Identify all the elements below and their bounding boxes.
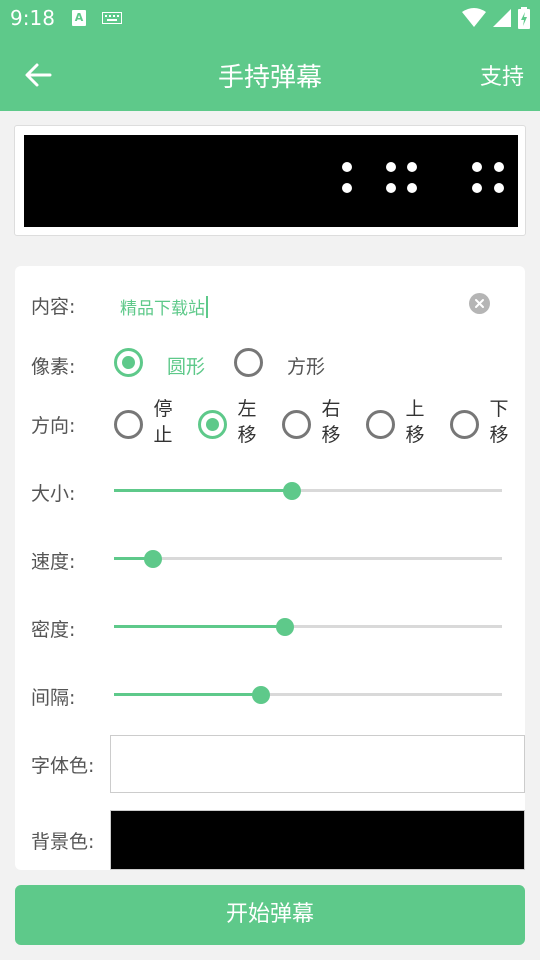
pixel-option-square[interactable]: 方形 bbox=[287, 352, 325, 379]
density-label: 密度: bbox=[31, 619, 76, 641]
slider-thumb[interactable] bbox=[283, 482, 302, 500]
slider-thumb[interactable] bbox=[143, 550, 162, 568]
direction-option-stop[interactable]: 停止 bbox=[151, 396, 175, 448]
preview-dot bbox=[386, 183, 396, 193]
density-slider[interactable] bbox=[114, 616, 502, 638]
font-color-picker[interactable] bbox=[110, 735, 525, 793]
direction-radio-up[interactable] bbox=[366, 410, 395, 439]
preview-dot bbox=[472, 162, 482, 172]
preview-dot bbox=[472, 183, 482, 193]
direction-option-up[interactable]: 上移 bbox=[403, 396, 427, 448]
interval-slider[interactable] bbox=[114, 684, 502, 706]
direction-option-down[interactable]: 下移 bbox=[487, 396, 511, 448]
direction-label: 方向: bbox=[31, 415, 76, 437]
speed-slider[interactable] bbox=[114, 548, 502, 570]
content-value: 精品下载站 bbox=[120, 299, 205, 319]
bg-color-picker[interactable] bbox=[110, 810, 525, 870]
preview-dot bbox=[342, 162, 352, 172]
font-color-label: 字体色: bbox=[31, 755, 95, 777]
direction-option-text: 上 bbox=[405, 398, 425, 420]
slider-fill bbox=[114, 693, 262, 696]
speed-label: 速度: bbox=[31, 551, 76, 573]
direction-option-text: 止 bbox=[153, 424, 173, 446]
preview-dot bbox=[494, 183, 504, 193]
direction-radio-right[interactable] bbox=[282, 410, 311, 439]
preview-dot bbox=[407, 162, 417, 172]
a-badge-icon: A bbox=[72, 10, 86, 26]
wifi-icon bbox=[462, 8, 486, 27]
direction-radio-down[interactable] bbox=[450, 410, 479, 439]
direction-option-text: 右 bbox=[321, 398, 341, 420]
size-label: 大小: bbox=[31, 483, 76, 505]
preview-dot bbox=[342, 183, 352, 193]
danmaku-preview bbox=[24, 135, 518, 227]
direction-option-text: 停 bbox=[153, 398, 173, 420]
slider-track bbox=[114, 557, 502, 560]
pixel-radio-circle[interactable] bbox=[114, 348, 143, 377]
direction-radio-left[interactable] bbox=[198, 410, 227, 439]
content-label: 内容: bbox=[31, 296, 76, 318]
preview-dot bbox=[386, 162, 396, 172]
interval-label: 间隔: bbox=[31, 687, 76, 709]
support-button[interactable]: 支持 bbox=[480, 59, 524, 91]
direction-option-left[interactable]: 左移 bbox=[235, 396, 259, 448]
preview-dot bbox=[407, 183, 417, 193]
slider-fill bbox=[114, 489, 293, 492]
status-bar: 9:18 A bbox=[0, 0, 540, 37]
signal-icon bbox=[493, 9, 511, 27]
direction-option-text: 下 bbox=[489, 398, 509, 420]
preview-dot bbox=[494, 162, 504, 172]
slider-thumb[interactable] bbox=[275, 618, 294, 636]
direction-option-text: 移 bbox=[489, 424, 509, 446]
pixel-option-circle[interactable]: 圆形 bbox=[167, 352, 205, 379]
bg-color-label: 背景色: bbox=[31, 831, 95, 853]
pixel-label: 像素: bbox=[31, 356, 76, 378]
pixel-radio-square[interactable] bbox=[234, 348, 263, 377]
text-caret bbox=[206, 296, 208, 318]
direction-option-text: 移 bbox=[321, 424, 341, 446]
page-title: 手持弹幕 bbox=[217, 63, 322, 93]
keyboard-icon bbox=[102, 12, 122, 24]
content-input[interactable]: 精品下载站 bbox=[120, 294, 208, 319]
direction-option-text: 移 bbox=[237, 424, 257, 446]
preview-card bbox=[14, 125, 526, 236]
direction-option-right[interactable]: 右移 bbox=[319, 396, 343, 448]
slider-fill bbox=[114, 625, 285, 628]
battery-icon bbox=[518, 7, 530, 29]
clear-icon[interactable] bbox=[469, 293, 490, 314]
direction-option-text: 移 bbox=[405, 424, 425, 446]
app-header: 9:18 A 手持弹幕 支持 bbox=[0, 0, 540, 111]
status-time: 9:18 bbox=[10, 6, 55, 30]
start-danmaku-button[interactable]: 开始弹幕 bbox=[15, 885, 525, 945]
direction-option-text: 左 bbox=[237, 398, 257, 420]
size-slider[interactable] bbox=[114, 480, 502, 502]
settings-card: 内容: 精品下载站 像素: 圆形 方形 方向: 停止 左移 右移 上移 下移 大… bbox=[15, 266, 525, 870]
slider-thumb[interactable] bbox=[252, 686, 271, 704]
direction-radio-stop[interactable] bbox=[114, 410, 143, 439]
